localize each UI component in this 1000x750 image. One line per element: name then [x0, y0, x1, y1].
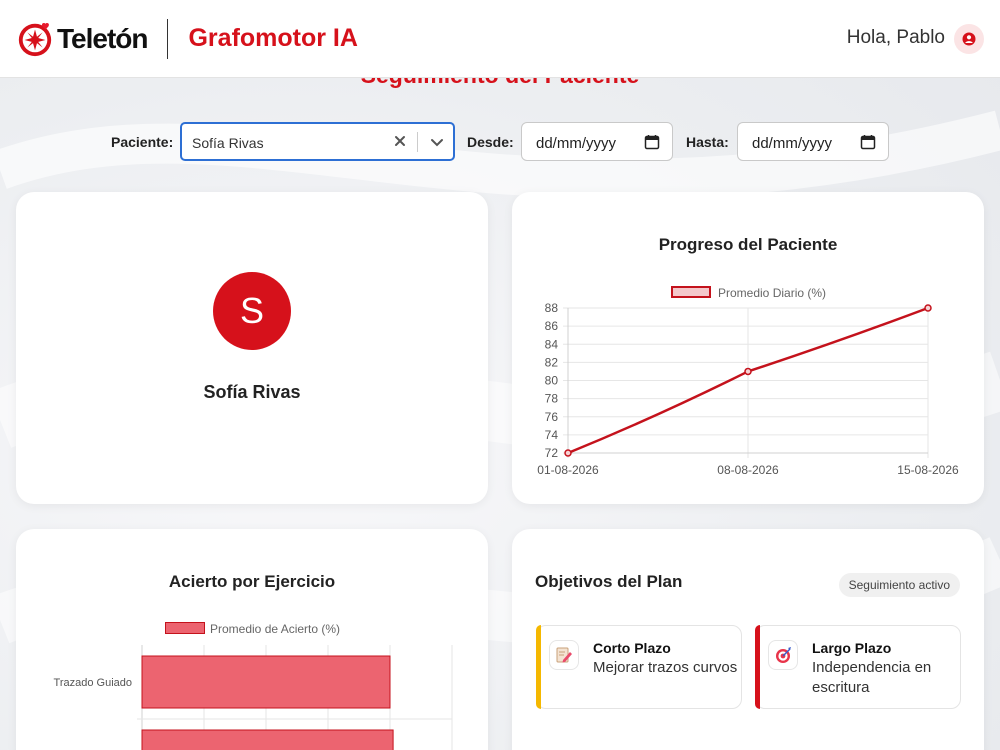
- to-label: Hasta:: [686, 134, 729, 150]
- y-tick-label: 78: [545, 392, 559, 406]
- progress-chart-card: Progreso del Paciente Promedio Diario (%…: [512, 192, 984, 504]
- category-label: Trazado Guiado: [54, 677, 132, 689]
- brand[interactable]: Teletón: [16, 20, 148, 58]
- goal-title: Corto Plazo: [593, 640, 671, 656]
- user-greeting: Hola, Pablo: [846, 27, 945, 48]
- line-chart: 72 74 76 78 80 82 84 86 88 01-08-2026 08-08-2026 15…: [537, 301, 959, 477]
- clear-icon[interactable]: [392, 133, 408, 149]
- goal-title: Largo Plazo: [812, 640, 892, 656]
- y-tick-label: 84: [545, 337, 559, 351]
- from-label: Desde:: [467, 134, 514, 150]
- data-point: [564, 449, 572, 457]
- y-tick-label: 86: [545, 319, 559, 333]
- app-title: Grafomotor IA: [188, 24, 358, 52]
- plan-card: Objetivos del Plan Seguimiento activo Co…: [512, 529, 984, 750]
- calendar-icon[interactable]: [644, 134, 660, 150]
- y-tick-label: 82: [545, 355, 559, 369]
- patient-label: Paciente:: [111, 134, 174, 150]
- bar: [141, 729, 394, 750]
- from-date-value: dd/mm/yyyy: [536, 135, 617, 152]
- brand-name: Teletón: [57, 22, 148, 54]
- to-date-value: dd/mm/yyyy: [752, 135, 833, 152]
- top-header: Teletón Grafomotor IA Hola, Pablo: [0, 0, 1000, 78]
- goal-icon-box: [549, 640, 579, 670]
- plan-title: Objetivos del Plan: [535, 572, 683, 591]
- patient-select[interactable]: Sofía Rivas: [180, 122, 455, 161]
- target-icon: [776, 647, 791, 663]
- goal-long-term: Largo Plazo Independencia en escritura: [755, 625, 961, 709]
- select-divider: [417, 132, 418, 152]
- goal-short-term: Corto Plazo Mejorar trazos curvos: [536, 625, 742, 709]
- data-point: [924, 304, 932, 312]
- user-menu-button[interactable]: [954, 24, 984, 54]
- teleton-logo-icon: [18, 22, 52, 56]
- bar: [141, 655, 391, 709]
- exercise-chart-card: Acierto por Ejercicio Promedio de Aciert…: [16, 529, 488, 750]
- y-tick-label: 88: [545, 301, 559, 315]
- pencil-note-icon: [556, 647, 572, 663]
- y-tick-label: 76: [545, 410, 559, 424]
- y-tick-label: 74: [545, 428, 559, 442]
- goal-accent-bar: [536, 625, 541, 709]
- y-tick-label: 80: [545, 374, 559, 388]
- from-date-input[interactable]: dd/mm/yyyy: [521, 122, 673, 161]
- patient-name: Sofía Rivas: [203, 382, 301, 402]
- user-icon: [962, 32, 976, 46]
- goal-accent-bar: [755, 625, 760, 709]
- x-tick-label: 15-08-2026: [897, 463, 959, 477]
- patient-card: S Sofía Rivas: [16, 192, 488, 504]
- header-divider: [167, 18, 169, 59]
- bar-chart: Trazado GuiadoCopia de Figuras: [54, 645, 453, 750]
- y-tick-label: 72: [545, 446, 559, 460]
- goal-icon-box: [768, 640, 798, 670]
- chevron-down-icon[interactable]: [429, 134, 445, 150]
- x-tick-label: 01-08-2026: [537, 463, 599, 477]
- patient-avatar: S: [213, 272, 291, 350]
- filter-bar: Paciente: Sofía Rivas Desde: dd/mm/yyyy …: [0, 122, 1000, 162]
- status-badge: Seguimiento activo: [838, 573, 960, 597]
- data-point: [744, 367, 752, 376]
- goal-description: Mejorar trazos curvos: [593, 659, 738, 676]
- patient-select-value: Sofía Rivas: [192, 135, 264, 151]
- to-date-input[interactable]: dd/mm/yyyy: [737, 122, 889, 161]
- calendar-icon[interactable]: [860, 134, 876, 150]
- goal-description: Independencia en escritura: [812, 659, 932, 696]
- x-tick-label: 08-08-2026: [717, 463, 779, 477]
